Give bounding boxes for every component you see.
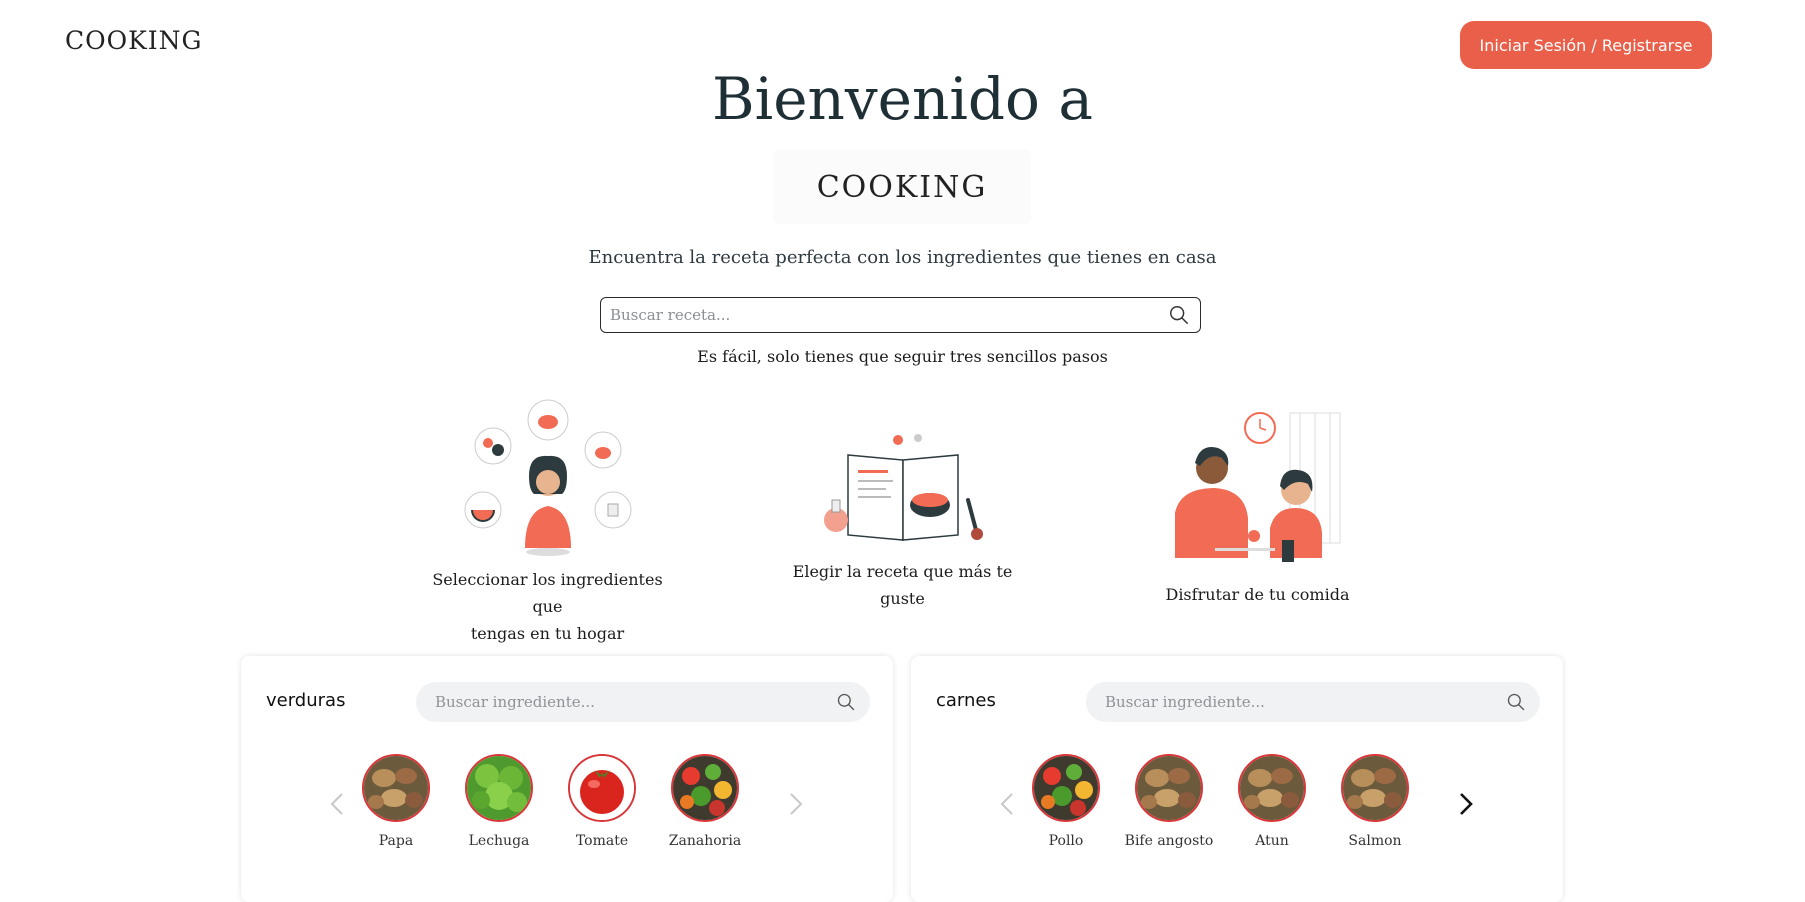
carousel-prev-button[interactable]: [326, 786, 348, 822]
ingredient-item-papa[interactable]: Papa: [346, 754, 446, 849]
ingredient-panel-verduras: verduras Papa Lechuga Tomate: [241, 656, 893, 902]
search-icon[interactable]: [836, 692, 856, 712]
ingredient-label: Bife angosto: [1124, 833, 1214, 849]
ingredient-item-zanahoria[interactable]: Zanahoria: [655, 754, 755, 849]
hero-title: Bienvenido a: [712, 65, 1093, 133]
ingredient-image-vegetables: [671, 754, 739, 822]
ingredient-image-lettuce: [465, 754, 533, 822]
carousel-next-button[interactable]: [1455, 786, 1477, 822]
ingredient-label: Pollo: [1048, 833, 1084, 849]
ingredient-search-input[interactable]: [1103, 692, 1506, 712]
ingredient-item-tomate[interactable]: Tomate: [552, 754, 652, 849]
login-register-button[interactable]: Iniciar Sesión / Registrarse: [1460, 21, 1712, 69]
hero-logo: COOKING: [773, 150, 1031, 224]
panel-title: carnes: [936, 690, 996, 711]
step-enjoy-meal: Disfrutar de tu comida: [1130, 408, 1385, 608]
step-enjoy-label: Disfrutar de tu comida: [1165, 585, 1350, 604]
chevron-left-icon: [330, 793, 343, 815]
search-icon[interactable]: [1168, 304, 1190, 326]
site-logo[interactable]: COOKING: [65, 26, 203, 55]
ingredient-image-tomato: [568, 754, 636, 822]
ingredient-label: Lechuga: [468, 833, 530, 849]
carousel-prev-button[interactable]: [996, 786, 1018, 822]
ingredient-label: Tomate: [575, 833, 629, 849]
ingredient-image-potatoes: [1238, 754, 1306, 822]
ingredient-image-potatoes: [362, 754, 430, 822]
step-choose-label: Elegir la receta que más te guste: [792, 562, 1013, 608]
ingredient-item-atun[interactable]: Atun: [1222, 754, 1322, 849]
ingredient-item-salmon[interactable]: Salmon: [1325, 754, 1425, 849]
chevron-right-icon: [790, 793, 803, 815]
ingredient-item-bife-angosto[interactable]: Bife angosto: [1119, 754, 1219, 849]
ingredient-search-bar: [416, 682, 870, 722]
carousel-next-button[interactable]: [785, 786, 807, 822]
ingredient-item-lechuga[interactable]: Lechuga: [449, 754, 549, 849]
recipe-search-bar: [600, 297, 1201, 333]
step-select-label-1: Seleccionar los ingredientes que: [432, 570, 663, 616]
person-with-ingredients-illustration: [464, 399, 631, 556]
ingredient-label: Atun: [1255, 833, 1289, 849]
ingredient-image-vegetables: [1032, 754, 1100, 822]
ingredient-search-input[interactable]: [433, 692, 836, 712]
steps-intro: Es fácil, solo tienes que seguir tres se…: [697, 347, 1108, 366]
people-eating-illustration: [1175, 412, 1341, 562]
ingredient-image-potatoes: [1341, 754, 1409, 822]
ingredient-label: Papa: [378, 833, 414, 849]
ingredient-image-potatoes: [1135, 754, 1203, 822]
ingredient-label: Salmon: [1348, 833, 1402, 849]
panel-title: verduras: [266, 690, 346, 711]
ingredient-label: Zanahoria: [668, 833, 742, 849]
step-select-label-2: tengas en tu hogar: [470, 624, 625, 643]
ingredient-panel-carnes: carnes Pollo Bife angosto Atun: [911, 656, 1563, 902]
hero-subtitle: Encuentra la receta perfecta con los ing…: [588, 247, 1217, 268]
step-select-ingredients: Seleccionar los ingredientes que tengas …: [420, 398, 675, 647]
chevron-left-icon: [1000, 793, 1013, 815]
ingredient-search-bar: [1086, 682, 1540, 722]
recipe-book-illustration: [823, 434, 983, 541]
chevron-right-icon: [1460, 793, 1473, 815]
recipe-search-input[interactable]: [608, 305, 1168, 325]
search-icon[interactable]: [1506, 692, 1526, 712]
step-choose-recipe: Elegir la receta que más te guste: [775, 430, 1030, 612]
ingredient-item-pollo[interactable]: Pollo: [1016, 754, 1116, 849]
